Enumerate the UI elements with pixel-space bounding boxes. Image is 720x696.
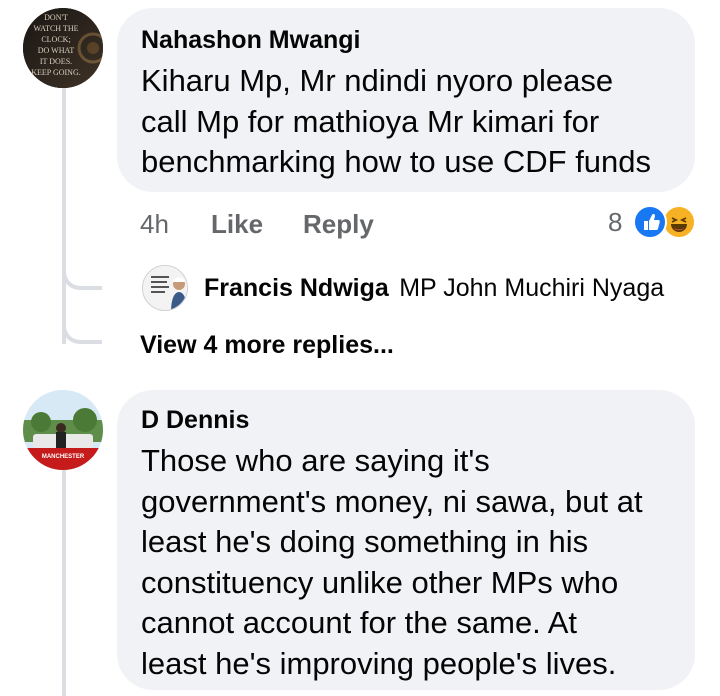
comment-timestamp[interactable]: 4h: [140, 209, 169, 240]
avatar[interactable]: DON'T WATCH THE CLOCK; DO WHAT IT DOES. …: [23, 8, 103, 88]
thread-line: [62, 468, 66, 696]
comment-author[interactable]: D Dennis: [141, 406, 249, 435]
avatar-caption: DON'T WATCH THE CLOCK; DO WHAT IT DOES. …: [31, 13, 81, 77]
avatar[interactable]: [142, 265, 188, 311]
comment-author[interactable]: Nahashon Mwangi: [141, 26, 360, 55]
reply-author[interactable]: Francis Ndwiga: [204, 274, 389, 302]
reply-row: Francis Ndwiga MP John Muchiri Nyaga: [204, 274, 664, 303]
reply-text: MP John Muchiri Nyaga: [399, 274, 665, 302]
avatar[interactable]: MANCHESTER: [23, 390, 103, 470]
reply-avatar-image: [143, 266, 187, 310]
avatar-badge: MANCHESTER: [41, 454, 85, 460]
comment-text: Kiharu Mp, Mr ndindi nyoro please call M…: [141, 63, 652, 179]
view-more-replies-link[interactable]: View 4 more replies...: [140, 331, 394, 360]
comment-text: Those who are saying it's government's m…: [141, 443, 643, 681]
thread-connector: [62, 262, 102, 290]
like-icon: [633, 205, 667, 239]
reply-button[interactable]: Reply: [303, 209, 374, 240]
reaction-count[interactable]: 8: [608, 207, 622, 238]
like-button[interactable]: Like: [211, 209, 263, 240]
thread-connector: [62, 316, 102, 344]
thread-line: [62, 88, 66, 344]
haha-icon: [662, 205, 696, 239]
